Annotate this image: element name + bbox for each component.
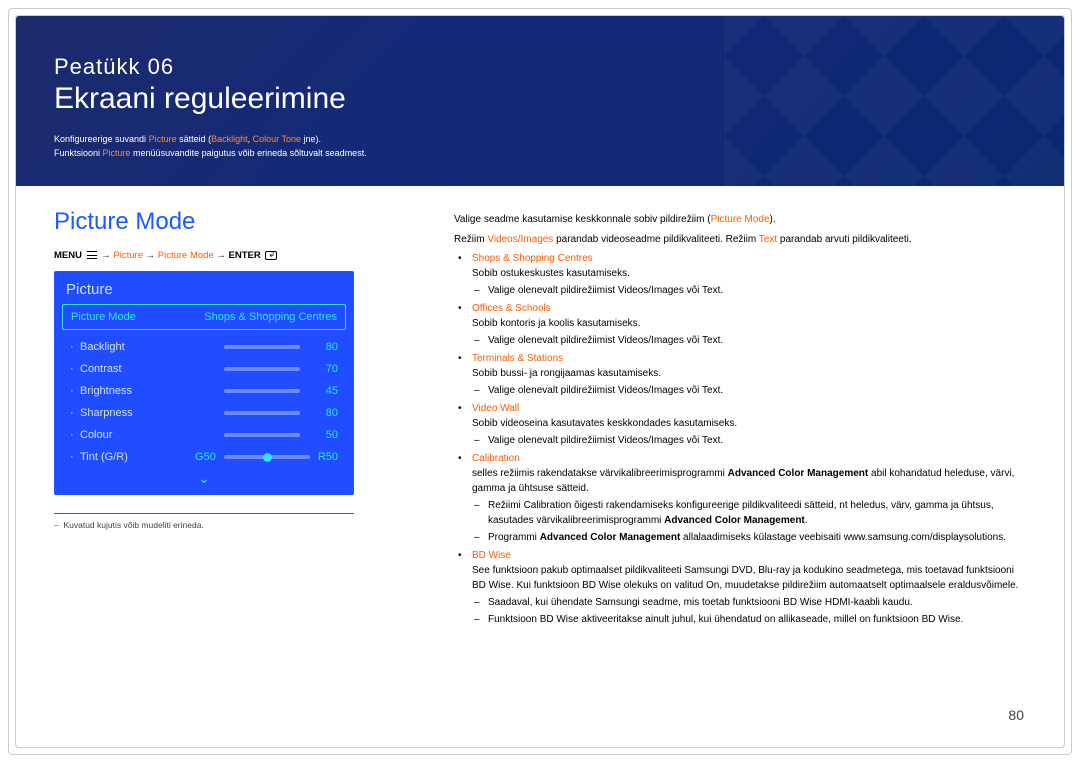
chapter-banner: Peatükk 06 Ekraani reguleerimine Konfigu… — [16, 16, 1064, 186]
osd-mode-row[interactable]: Picture Mode Shops & Shopping Centres — [62, 304, 346, 330]
osd-row-sharpness[interactable]: ·Sharpness 80 — [54, 402, 354, 424]
osd-row-tint[interactable]: ·Tint (G/R) G50 R50 — [54, 446, 354, 468]
enter-icon — [265, 251, 277, 260]
mode-terminals: Terminals & Stations Sobib bussi- ja ron… — [472, 351, 1026, 398]
mode-bdwise: BD Wise See funktsioon pakub optimaalset… — [472, 548, 1026, 627]
menu-path: MENU → Picture → Picture Mode → ENTER — [54, 250, 414, 261]
mode-shops: Shops & Shopping Centres Sobib ostukesku… — [472, 251, 1026, 298]
osd-panel: Picture Picture Mode Shops & Shopping Ce… — [54, 271, 354, 495]
osd-row-contrast[interactable]: ·Contrast 70 — [54, 358, 354, 380]
chevron-down-icon[interactable]: ⌄ — [54, 468, 354, 487]
note-divider — [54, 513, 354, 514]
page-number: 80 — [1008, 707, 1024, 723]
chapter-pre: Peatükk 06 — [54, 54, 1024, 80]
mode-calibration: Calibration selles režiimis rakendatakse… — [472, 451, 1026, 545]
chapter-title: Ekraani reguleerimine — [54, 82, 1024, 116]
osd-row-backlight[interactable]: ·Backlight 80 — [54, 336, 354, 358]
osd-mode-value: Shops & Shopping Centres — [204, 311, 337, 323]
description-column: Valige seadme kasutamise keskkonnale sob… — [414, 208, 1026, 630]
osd-note: – Kuvatud kujutis võib mudeliti erineda. — [54, 520, 414, 530]
osd-title: Picture — [54, 271, 354, 304]
section-heading: Picture Mode — [54, 208, 414, 236]
intro-line-2: Režiim Videos/Images parandab videoseadm… — [454, 232, 1026, 248]
menu-icon — [87, 251, 97, 259]
mode-offices: Offices & Schools Sobib kontoris ja kool… — [472, 301, 1026, 348]
osd-row-colour[interactable]: ·Colour 50 — [54, 424, 354, 446]
osd-row-brightness[interactable]: ·Brightness 45 — [54, 380, 354, 402]
intro-line-1: Valige seadme kasutamise keskkonnale sob… — [454, 212, 1026, 228]
mode-videowall: Video Wall Sobib videoseina kasutavates … — [472, 401, 1026, 448]
banner-line-2: Funktsiooni Picture menüüsuvandite paigu… — [54, 146, 1024, 160]
banner-line-1: Konfigureerige suvandi Picture sätteid (… — [54, 132, 1024, 146]
osd-mode-label: Picture Mode — [71, 311, 136, 323]
